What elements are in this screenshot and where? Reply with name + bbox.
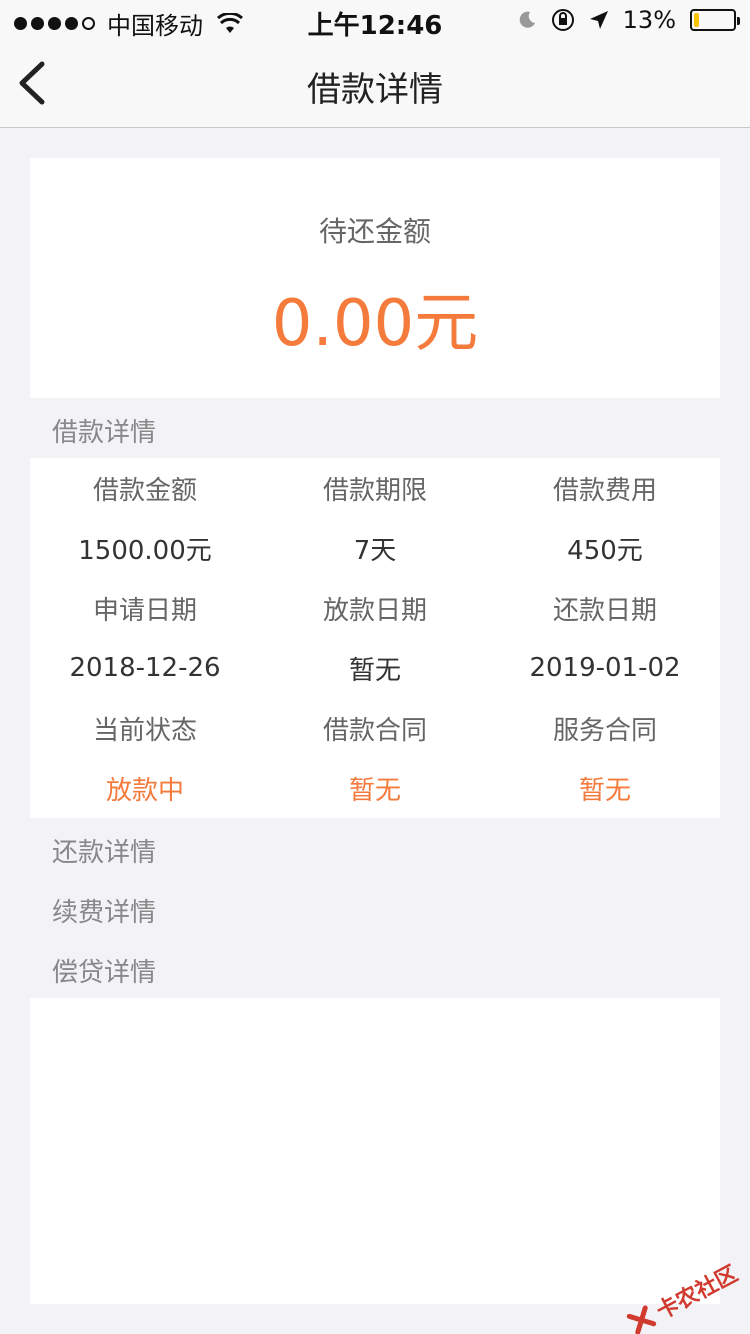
battery-percent: 13% <box>622 6 676 34</box>
detail-grid: 借款金额 借款期限 借款费用 1500.00元 7天 450元 申请日期 放款日… <box>30 458 720 818</box>
disburse-date-label: 放款日期 <box>322 595 427 626</box>
battery-level <box>694 13 699 27</box>
service-contract-link[interactable]: 暂无 <box>490 758 720 818</box>
current-status-value: 放款中 <box>105 775 184 806</box>
location-arrow-icon <box>589 11 608 29</box>
status-bar: 中国移动 上午12:46 13% <box>0 0 750 41</box>
compensation-details-card <box>30 998 720 1304</box>
battery-icon <box>690 9 740 31</box>
status-right: 13% <box>517 6 740 34</box>
section-compensation-details[interactable]: 偿贷详情 <box>52 952 156 989</box>
repay-date-value: 2019-01-02 <box>529 653 681 683</box>
amount-due-value: 0.00元 <box>271 287 479 361</box>
loan-contract-label: 借款合同 <box>322 715 427 746</box>
orientation-lock-icon <box>551 9 574 31</box>
loan-detail-card: 借款金额 借款期限 借款费用 1500.00元 7天 450元 申请日期 放款日… <box>30 458 720 818</box>
section-renewal-details[interactable]: 续费详情 <box>52 892 156 929</box>
loan-fee-label: 借款费用 <box>552 475 657 506</box>
nav-bar: 借款详情 <box>0 40 750 128</box>
page-title: 借款详情 <box>307 70 443 110</box>
loan-term-value: 7天 <box>353 535 397 566</box>
disburse-date-value: 暂无 <box>348 655 401 686</box>
watermark-logo-icon <box>626 1305 657 1334</box>
apply-date-value: 2018-12-26 <box>69 653 221 683</box>
loan-fee-value: 450元 <box>567 535 643 566</box>
loan-term-label: 借款期限 <box>322 475 427 506</box>
section-loan-details: 借款详情 <box>52 418 157 448</box>
current-status-label: 当前状态 <box>92 715 197 746</box>
moon-icon <box>519 11 535 28</box>
page: 中国移动 上午12:46 13% 借款详情 待还金额 0.00元 借款详情 借款… <box>0 0 750 1334</box>
section-repayment-details[interactable]: 还款详情 <box>52 832 156 869</box>
loan-amount-value: 1500.00元 <box>78 535 212 566</box>
amount-due-label: 待还金额 <box>318 215 431 248</box>
repay-date-label: 还款日期 <box>552 595 657 626</box>
service-contract-label: 服务合同 <box>552 715 657 746</box>
loan-amount-label: 借款金额 <box>92 475 197 506</box>
loan-contract-link[interactable]: 暂无 <box>260 758 490 818</box>
apply-date-label: 申请日期 <box>92 595 197 626</box>
